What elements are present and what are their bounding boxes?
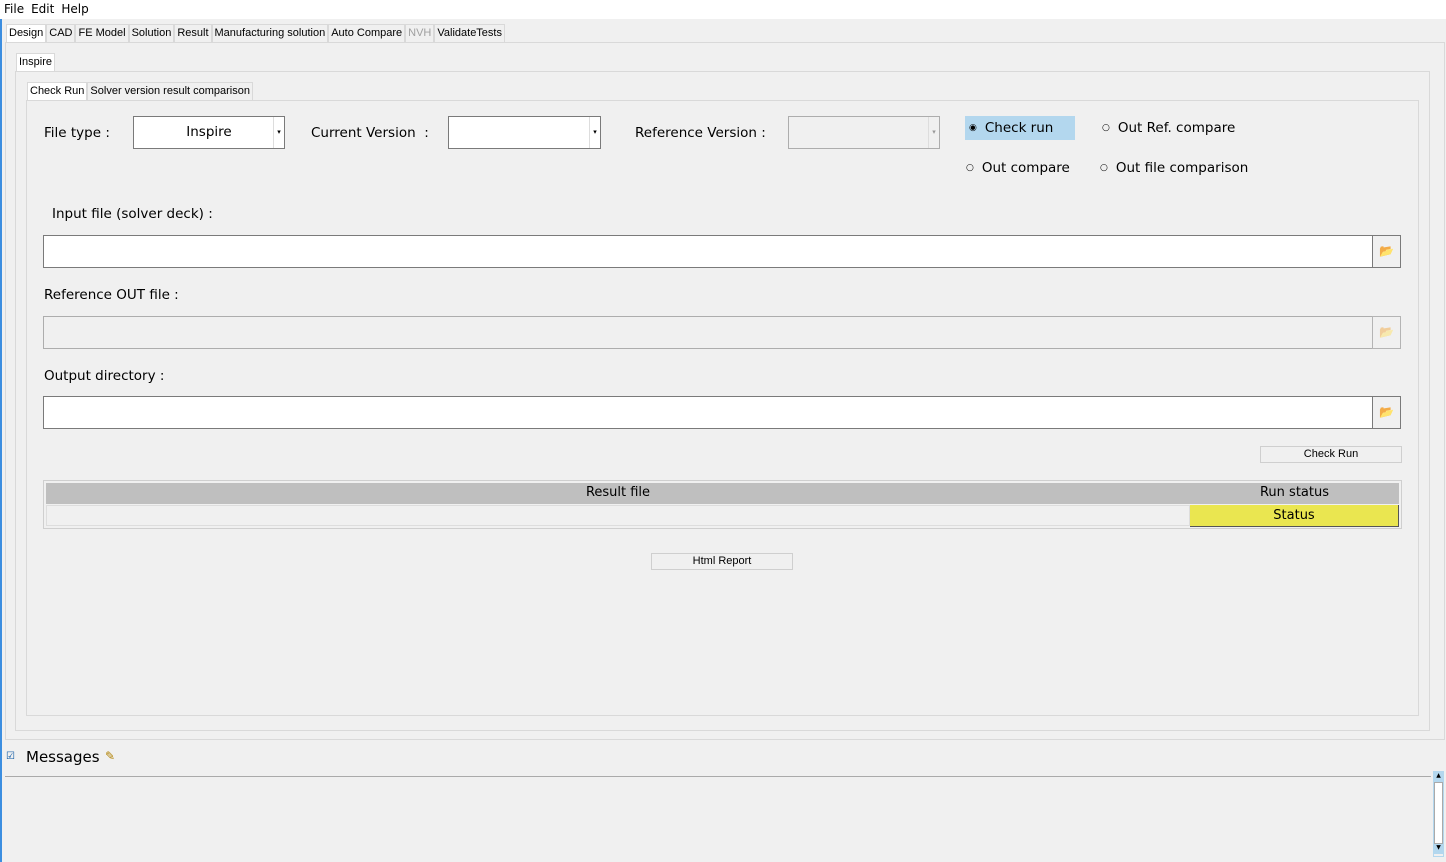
html-report-button[interactable]: Html Report xyxy=(651,553,793,570)
tab-inspire[interactable]: Inspire xyxy=(16,53,56,71)
reference-version-label: Reference Version : xyxy=(635,125,766,141)
scroll-up-icon[interactable]: ▲ xyxy=(1434,772,1443,782)
menu-help[interactable]: Help xyxy=(57,0,91,16)
pencil-icon[interactable]: ✎ xyxy=(105,749,115,763)
file-type-label: File type : xyxy=(44,125,110,141)
radio-icon: ○ xyxy=(1102,123,1110,133)
file-type-select[interactable]: Inspire ▾ xyxy=(133,116,285,149)
messages-label: Messages xyxy=(26,748,100,766)
tab-cad[interactable]: CAD xyxy=(46,24,76,42)
messages-checkbox[interactable]: ☑ xyxy=(6,751,15,762)
radio-out-file-comparison[interactable]: ○ Out file comparison xyxy=(1096,156,1248,180)
dropdown-arrow-icon: ▾ xyxy=(273,117,284,148)
tab-design[interactable]: Design xyxy=(6,24,47,42)
radio-label: Out Ref. compare xyxy=(1117,120,1236,136)
output-directory-label: Output directory : xyxy=(44,368,165,384)
radio-label: Out file comparison xyxy=(1115,160,1249,176)
status-cell: Status xyxy=(1190,505,1399,527)
reference-out-field xyxy=(43,316,1372,349)
radio-icon: ○ xyxy=(1100,163,1108,173)
dropdown-arrow-icon: ▾ xyxy=(928,117,939,148)
menu-file[interactable]: File xyxy=(0,0,27,16)
menu-edit[interactable]: Edit xyxy=(27,0,57,16)
tab-check-run[interactable]: Check Run xyxy=(27,82,88,100)
radio-out-compare[interactable]: ○ Out compare xyxy=(962,156,1070,180)
output-directory-field[interactable] xyxy=(43,396,1372,429)
tab-auto-compare[interactable]: Auto Compare xyxy=(328,24,406,42)
scroll-down-icon[interactable]: ▼ xyxy=(1434,844,1443,854)
reference-out-label: Reference OUT file : xyxy=(44,287,179,303)
messages-scrollbar[interactable]: ▲ ▼ xyxy=(1433,771,1444,857)
tab-manufacturing-solution[interactable]: Manufacturing solution xyxy=(211,24,329,42)
current-version-select[interactable]: ▾ xyxy=(448,116,601,149)
check-run-button[interactable]: Check Run xyxy=(1260,446,1402,463)
header-result-file: Result file xyxy=(585,485,651,500)
browse-reference-folder-icon: 📂 xyxy=(1372,316,1401,349)
tab-solution[interactable]: Solution xyxy=(128,24,175,42)
tab-result[interactable]: Result xyxy=(174,24,212,42)
radio-out-ref-compare[interactable]: ○ Out Ref. compare xyxy=(1098,116,1235,140)
scroll-thumb[interactable] xyxy=(1434,782,1443,844)
radio-check-run[interactable]: ◉ Check run xyxy=(965,116,1075,140)
browse-output-folder-icon[interactable]: 📂 xyxy=(1372,396,1401,429)
file-type-value: Inspire xyxy=(186,124,232,140)
main-tabs: Design CAD FE Model Solution Result Manu… xyxy=(6,24,505,42)
tab-nvh: NVH xyxy=(405,24,435,42)
menu-bar: File Edit Help xyxy=(0,0,1446,19)
tab-solver-version-comparison[interactable]: Solver version result comparison xyxy=(87,82,253,100)
browse-input-folder-icon[interactable]: 📂 xyxy=(1372,235,1401,268)
tab-fe-model[interactable]: FE Model xyxy=(75,24,129,42)
reference-version-select: ▾ xyxy=(788,116,940,149)
current-version-label: Current Version : xyxy=(311,125,429,141)
tab-validate-tests[interactable]: ValidateTests xyxy=(434,24,505,42)
radio-label: Check run xyxy=(984,120,1054,136)
input-file-field[interactable] xyxy=(43,235,1372,268)
radio-selected-icon: ◉ xyxy=(969,123,977,133)
input-file-label: Input file (solver deck) : xyxy=(52,206,213,222)
table-row-result-file xyxy=(46,505,1190,526)
radio-icon: ○ xyxy=(966,163,974,173)
result-table: Result file Run status Status xyxy=(43,480,1402,529)
radio-label: Out compare xyxy=(981,160,1070,176)
messages-area[interactable] xyxy=(5,776,1431,852)
header-run-status: Run status xyxy=(1259,485,1329,500)
window-edge xyxy=(0,19,2,862)
dropdown-arrow-icon: ▾ xyxy=(589,117,600,148)
